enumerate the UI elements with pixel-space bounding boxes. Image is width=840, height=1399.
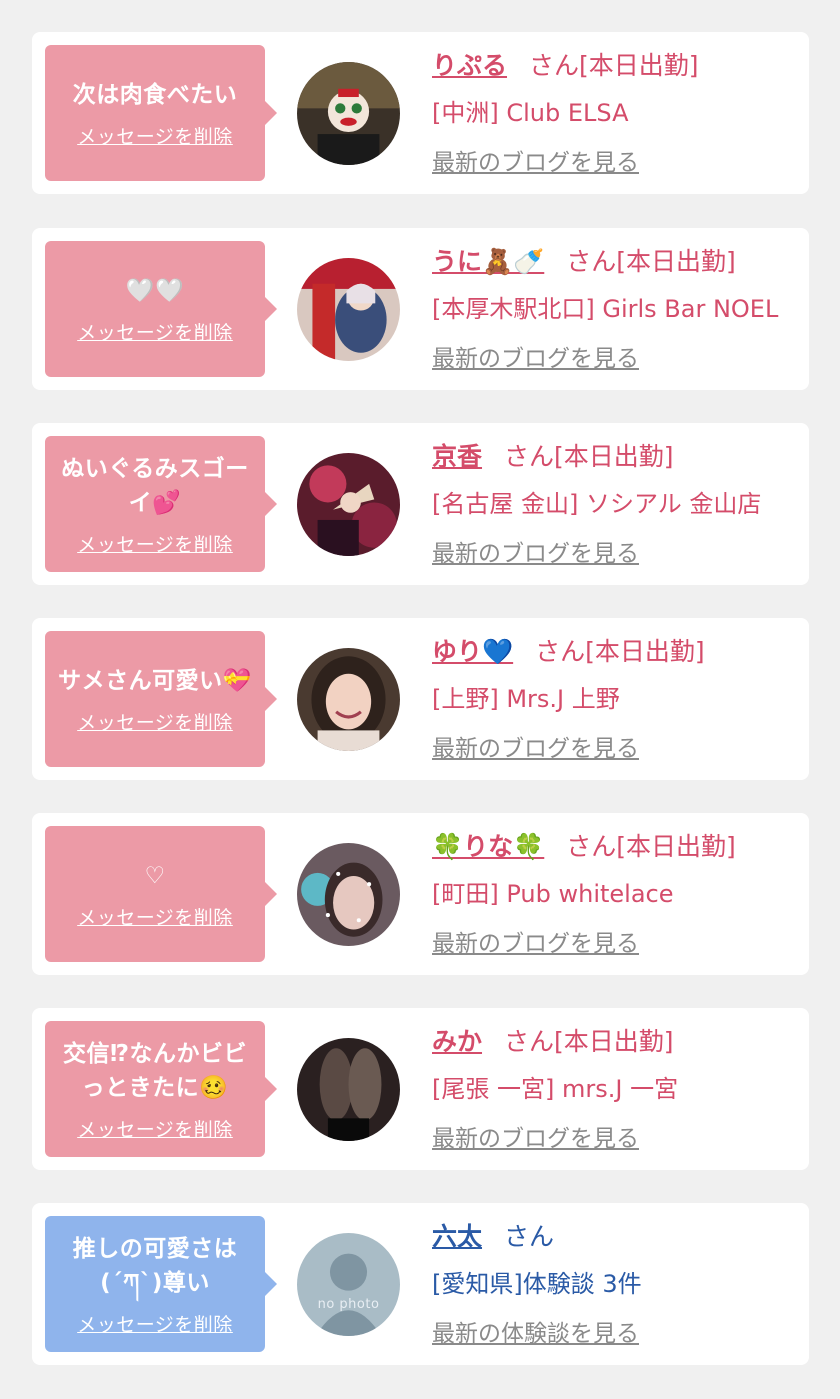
girl-name-link[interactable]: 🍀りな🍀 xyxy=(432,827,544,863)
girl-info: うに🧸🍼 さん[本日出勤] [本厚木駅北口] Girls Bar NOEL 最新… xyxy=(432,240,799,373)
girl-name-link[interactable]: みか xyxy=(432,1022,482,1058)
message-bubble: 交信⁉なんかビビっときたに🥴 メッセージを削除 xyxy=(45,1021,277,1157)
avatar[interactable]: no photo xyxy=(297,1233,400,1336)
message-bubble: 次は肉食べたい メッセージを削除 xyxy=(45,45,277,181)
avatar[interactable] xyxy=(297,1038,400,1141)
message-card: 次は肉食べたい メッセージを削除 りぷる さん[本日出勤] [中洲] Club … xyxy=(32,32,809,194)
latest-blog-link[interactable]: 最新のブログを見る xyxy=(432,534,639,568)
name-suffix: さん[本日出勤] xyxy=(504,1027,674,1056)
review-count: [愛知県]体験談 3件 xyxy=(432,1270,642,1298)
girl-name-link[interactable]: 京香 xyxy=(432,437,482,473)
message-card: 🤍🤍 メッセージを削除 うに🧸🍼 さん[本日出勤] [本厚木駅北口] Girls… xyxy=(32,228,809,390)
masked-costume-photo-icon xyxy=(297,62,400,165)
delete-message-link[interactable]: メッセージを削除 xyxy=(77,708,233,735)
red-lantern-photo-icon xyxy=(297,258,400,361)
girl-info: りぷる さん[本日出勤] [中洲] Club ELSA 最新のブログを見る xyxy=(432,44,799,177)
name-row: 🍀りな🍀 さん[本日出勤] xyxy=(432,825,799,865)
latest-blog-link[interactable]: 最新のブログを見る xyxy=(432,143,639,177)
avatar[interactable] xyxy=(297,648,400,751)
avatar[interactable] xyxy=(297,453,400,556)
name-suffix: さん[本日出勤] xyxy=(504,442,674,471)
shop-name: [町田] Pub whitelace xyxy=(432,880,674,908)
name-row: ゆり💙 さん[本日出勤] xyxy=(432,630,799,670)
message-text: 🤍🤍 xyxy=(125,277,185,304)
shop-name: [上野] Mrs.J 上野 xyxy=(432,685,620,713)
girl-info: 京香 さん[本日出勤] [名古屋 金山] ソシアル 金山店 最新のブログを見る xyxy=(432,435,799,568)
message-text: サメさん可愛い💝 xyxy=(58,667,252,694)
girl-name-link[interactable]: うに🧸🍼 xyxy=(432,242,544,278)
message-bubble: サメさん可愛い💝 メッセージを削除 xyxy=(45,631,277,767)
message-text: 推しの可愛さは(´ཀ`)尊い xyxy=(72,1235,238,1296)
latest-blog-link[interactable]: 最新のブログを見る xyxy=(432,729,639,763)
girl-info: みか さん[本日出勤] [尾張 一宮] mrs.J 一宮 最新のブログを見る xyxy=(432,1020,799,1153)
avatar[interactable] xyxy=(297,62,400,165)
message-card: サメさん可愛い💝 メッセージを削除 ゆり💙 さん[本日出勤] [上野] Mrs.… xyxy=(32,618,809,780)
sparkle-filter-photo-icon xyxy=(297,843,400,946)
message-bubble: 推しの可愛さは(´ཀ`)尊い メッセージを削除 xyxy=(45,1216,277,1352)
shop-name: [尾張 一宮] mrs.J 一宮 xyxy=(432,1075,679,1103)
smiling-woman-photo-icon xyxy=(297,648,400,751)
name-suffix: さん[本日出勤] xyxy=(566,832,736,861)
message-text: ♡ xyxy=(144,862,166,889)
delete-message-link[interactable]: メッセージを削除 xyxy=(77,1310,233,1337)
reviewer-name-link[interactable]: 六太 xyxy=(432,1217,482,1253)
avatar[interactable] xyxy=(297,258,400,361)
name-row: りぷる さん[本日出勤] xyxy=(432,44,799,84)
delete-message-link[interactable]: メッセージを削除 xyxy=(77,903,233,930)
girl-info: 🍀りな🍀 さん[本日出勤] [町田] Pub whitelace 最新のブログを… xyxy=(432,825,799,958)
delete-message-link[interactable]: メッセージを削除 xyxy=(77,122,233,149)
name-row: うに🧸🍼 さん[本日出勤] xyxy=(432,240,799,280)
message-text: 交信⁉なんかビビっときたに🥴 xyxy=(62,1040,248,1101)
name-suffix: さん xyxy=(504,1222,555,1251)
girl-info: ゆり💙 さん[本日出勤] [上野] Mrs.J 上野 最新のブログを見る xyxy=(432,630,799,763)
message-card: ぬいぐるみスゴーイ💕 メッセージを削除 京香 さん[本日出勤] [名古屋 金山]… xyxy=(32,423,809,585)
name-suffix: さん[本日出勤] xyxy=(535,637,705,666)
message-bubble: ♡ メッセージを削除 xyxy=(45,826,277,962)
name-suffix: さん[本日出勤] xyxy=(566,247,736,276)
message-card: 推しの可愛さは(´ཀ`)尊い メッセージを削除 no photo 六太 さん [… xyxy=(32,1203,809,1365)
delete-message-link[interactable]: メッセージを削除 xyxy=(77,530,233,557)
no-photo-label: no photo xyxy=(317,1297,380,1312)
avatar[interactable] xyxy=(297,843,400,946)
girl-name-link[interactable]: りぷる xyxy=(432,46,507,82)
latest-blog-link[interactable]: 最新のブログを見る xyxy=(432,339,639,373)
shop-name: [名古屋 金山] ソシアル 金山店 xyxy=(432,490,762,518)
shop-name: [中洲] Club ELSA xyxy=(432,99,629,127)
name-row: 京香 さん[本日出勤] xyxy=(432,435,799,475)
message-bubble: 🤍🤍 メッセージを削除 xyxy=(45,241,277,377)
legs-photo-icon xyxy=(297,1038,400,1141)
kimono-fan-photo-icon xyxy=(297,453,400,556)
delete-message-link[interactable]: メッセージを削除 xyxy=(77,1115,233,1142)
name-row: 六太 さん xyxy=(432,1215,799,1255)
message-text: ぬいぐるみスゴーイ💕 xyxy=(61,455,249,516)
delete-message-link[interactable]: メッセージを削除 xyxy=(77,318,233,345)
no-photo-silhouette-icon xyxy=(297,1233,400,1336)
latest-blog-link[interactable]: 最新のブログを見る xyxy=(432,1119,639,1153)
message-list: 次は肉食べたい メッセージを削除 りぷる さん[本日出勤] [中洲] Club … xyxy=(0,0,840,1399)
message-text: 次は肉食べたい xyxy=(72,81,238,108)
reviewer-info: 六太 さん [愛知県]体験談 3件 最新の体験談を見る xyxy=(432,1215,799,1348)
shop-name: [本厚木駅北口] Girls Bar NOEL xyxy=(432,295,779,323)
girl-name-link[interactable]: ゆり💙 xyxy=(432,632,513,668)
message-card: 交信⁉なんかビビっときたに🥴 メッセージを削除 みか さん[本日出勤] [尾張 … xyxy=(32,1008,809,1170)
name-row: みか さん[本日出勤] xyxy=(432,1020,799,1060)
message-card: ♡ メッセージを削除 🍀りな🍀 さん[本日出勤] [町田] Pub whitel… xyxy=(32,813,809,975)
latest-blog-link[interactable]: 最新のブログを見る xyxy=(432,924,639,958)
latest-review-link[interactable]: 最新の体験談を見る xyxy=(432,1314,639,1348)
message-bubble: ぬいぐるみスゴーイ💕 メッセージを削除 xyxy=(45,436,277,572)
name-suffix: さん[本日出勤] xyxy=(529,51,699,80)
